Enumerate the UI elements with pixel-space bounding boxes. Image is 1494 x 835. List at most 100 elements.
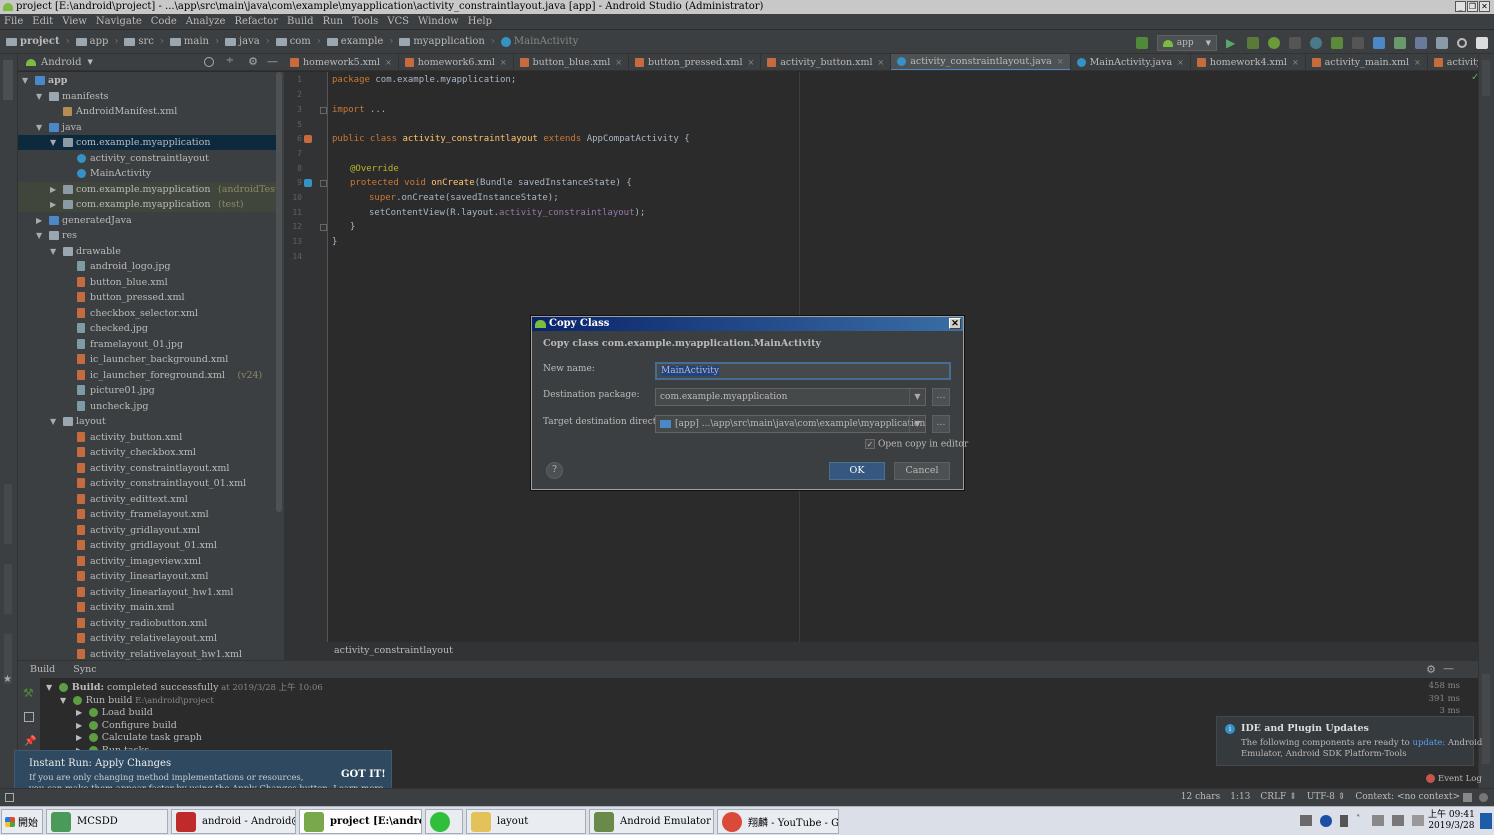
help-icon[interactable]: [1320, 815, 1332, 827]
open-copy-option[interactable]: ✓ Open copy in editor: [865, 439, 968, 450]
expanded-arrow-icon[interactable]: ▼: [60, 696, 69, 705]
tree-item[interactable]: activity_framelayout.xml: [18, 507, 280, 522]
pin-icon[interactable]: 📌: [24, 736, 36, 747]
avd-manager-icon[interactable]: [1394, 37, 1406, 49]
open-copy-checkbox[interactable]: ✓: [865, 439, 875, 449]
tree-item[interactable]: activity_constraintlayout.xml: [18, 461, 280, 476]
breadcrumb-src[interactable]: src: [124, 36, 154, 47]
tree-item[interactable]: ▼ java: [18, 120, 280, 135]
tree-item[interactable]: activity_button.xml: [18, 430, 280, 445]
menu-edit[interactable]: Edit: [32, 16, 53, 27]
tree-item[interactable]: uncheck.jpg: [18, 399, 280, 414]
chevron-down-icon[interactable]: ▼: [909, 389, 925, 405]
tree-item[interactable]: activity_linearlayout_hw1.xml: [18, 585, 280, 600]
implemented-icon[interactable]: [304, 135, 312, 143]
chevron-up-icon[interactable]: ˄: [1356, 815, 1364, 827]
breadcrumb-example[interactable]: example: [326, 36, 383, 47]
run-icon[interactable]: ▶: [1226, 37, 1238, 49]
hide-icon[interactable]: —: [1443, 662, 1454, 675]
editor-tab[interactable]: homework5.xml ×: [284, 54, 399, 70]
sync-tab[interactable]: Sync: [73, 664, 96, 675]
tree-item[interactable]: activity_constraintlayout: [18, 151, 280, 166]
close-tab-icon[interactable]: ×: [615, 58, 622, 67]
tree-item[interactable]: activity_edittext.xml: [18, 492, 280, 507]
device-file-explorer-tab[interactable]: [1482, 674, 1490, 764]
breadcrumb-app[interactable]: app: [75, 36, 108, 47]
update-link[interactable]: update:: [1412, 738, 1445, 748]
build-tree-row[interactable]: ▶ Load build: [76, 706, 153, 719]
collapsed-arrow-icon[interactable]: ▶: [76, 733, 85, 742]
build-tab[interactable]: Build: [30, 664, 55, 675]
status-position[interactable]: 1:13: [1230, 792, 1250, 802]
chevron-down-icon[interactable]: ▼: [909, 416, 925, 432]
got-it-button[interactable]: GOT IT!: [341, 769, 386, 780]
tree-item[interactable]: ▶ com.example.myapplication (androidTest): [18, 181, 283, 197]
menu-view[interactable]: View: [62, 16, 87, 27]
menu-code[interactable]: Code: [151, 16, 177, 27]
profile-icon[interactable]: [1310, 37, 1322, 49]
editor-tab[interactable]: button_pressed.xml ×: [629, 54, 762, 70]
start-button[interactable]: 開始: [1, 809, 43, 834]
collapse-all-icon[interactable]: ÷: [226, 55, 234, 66]
menu-window[interactable]: Window: [418, 16, 459, 27]
menu-tools[interactable]: Tools: [352, 16, 378, 27]
tree-item[interactable]: activity_radiobutton.xml: [18, 616, 280, 631]
override-icon[interactable]: [304, 179, 312, 187]
expanded-arrow-icon[interactable]: ▼: [36, 89, 44, 104]
project-structure-icon[interactable]: [1436, 37, 1448, 49]
minimize-button[interactable]: _: [1455, 1, 1466, 12]
menu-run[interactable]: Run: [323, 16, 343, 27]
help-button[interactable]: ?: [546, 462, 563, 479]
collapsed-arrow-icon[interactable]: ▶: [50, 197, 58, 212]
show-desktop-button[interactable]: [1480, 813, 1492, 829]
event-log-button[interactable]: Event Log: [1426, 774, 1482, 784]
tree-item[interactable]: activity_constraintlayout_01.xml: [18, 476, 280, 491]
ok-button[interactable]: OK: [829, 462, 885, 480]
collapsed-arrow-icon[interactable]: ▶: [76, 721, 85, 730]
menu-build[interactable]: Build: [287, 16, 314, 27]
editor-tab[interactable]: activity_constraintlayout.java ×: [891, 54, 1071, 70]
hide-icon[interactable]: —: [267, 55, 278, 68]
fold-icon[interactable]: [320, 180, 327, 187]
user-icon[interactable]: [1476, 37, 1488, 49]
project-view-mode[interactable]: Android: [41, 57, 81, 68]
tree-scrollbar[interactable]: [276, 72, 282, 512]
menu-refactor[interactable]: Refactor: [234, 16, 278, 27]
expanded-arrow-icon[interactable]: ▼: [36, 228, 44, 243]
taskbar-item[interactable]: project [E:\androi...: [299, 809, 422, 834]
apply-changes-icon[interactable]: [1247, 37, 1259, 49]
collapsed-arrow-icon[interactable]: ▶: [50, 182, 58, 197]
taskbar-item[interactable]: [425, 809, 463, 834]
menu-analyze[interactable]: Analyze: [186, 16, 226, 27]
build-hammer-icon[interactable]: [1135, 37, 1148, 49]
editor-tab[interactable]: homework4.xml ×: [1191, 54, 1306, 70]
close-button[interactable]: ✕: [1479, 1, 1490, 12]
close-tab-icon[interactable]: ×: [1292, 58, 1299, 67]
tree-item[interactable]: picture01.jpg: [18, 383, 280, 398]
status-encoding[interactable]: UTF-8 ⇕: [1307, 792, 1346, 802]
close-tab-icon[interactable]: ×: [500, 58, 507, 67]
favorites-star-icon[interactable]: ★: [3, 674, 12, 685]
locate-icon[interactable]: [204, 57, 214, 67]
menu-vcs[interactable]: VCS: [387, 16, 409, 27]
browse-package-button[interactable]: …: [932, 388, 950, 406]
expanded-arrow-icon[interactable]: ▼: [36, 120, 44, 135]
tray-app-icon[interactable]: [1300, 815, 1312, 826]
new-name-field[interactable]: MainActivity: [655, 362, 951, 380]
volume-icon[interactable]: [1412, 815, 1424, 826]
run-config-select[interactable]: app ▼: [1156, 35, 1217, 51]
tree-item[interactable]: activity_gridlayout.xml: [18, 523, 280, 538]
tree-item[interactable]: activity_imageview.xml: [18, 554, 280, 569]
tool-windows-icon[interactable]: [5, 793, 14, 802]
gradle-tab[interactable]: [1482, 60, 1490, 96]
sync-icon[interactable]: [1373, 37, 1385, 49]
tree-item[interactable]: activity_gridlayout_01.xml: [18, 538, 280, 553]
close-tab-icon[interactable]: ×: [878, 58, 885, 67]
tree-item[interactable]: ▼ manifests: [18, 89, 280, 104]
build-tree-row[interactable]: ▼ Build: completed successfully at 2019/…: [46, 681, 323, 694]
collapsed-arrow-icon[interactable]: ▶: [76, 708, 85, 717]
tree-item[interactable]: ▼ layout: [18, 414, 280, 429]
tree-item[interactable]: MainActivity: [18, 166, 280, 181]
close-tab-icon[interactable]: ×: [1177, 58, 1184, 67]
debug-icon[interactable]: [1268, 37, 1280, 49]
